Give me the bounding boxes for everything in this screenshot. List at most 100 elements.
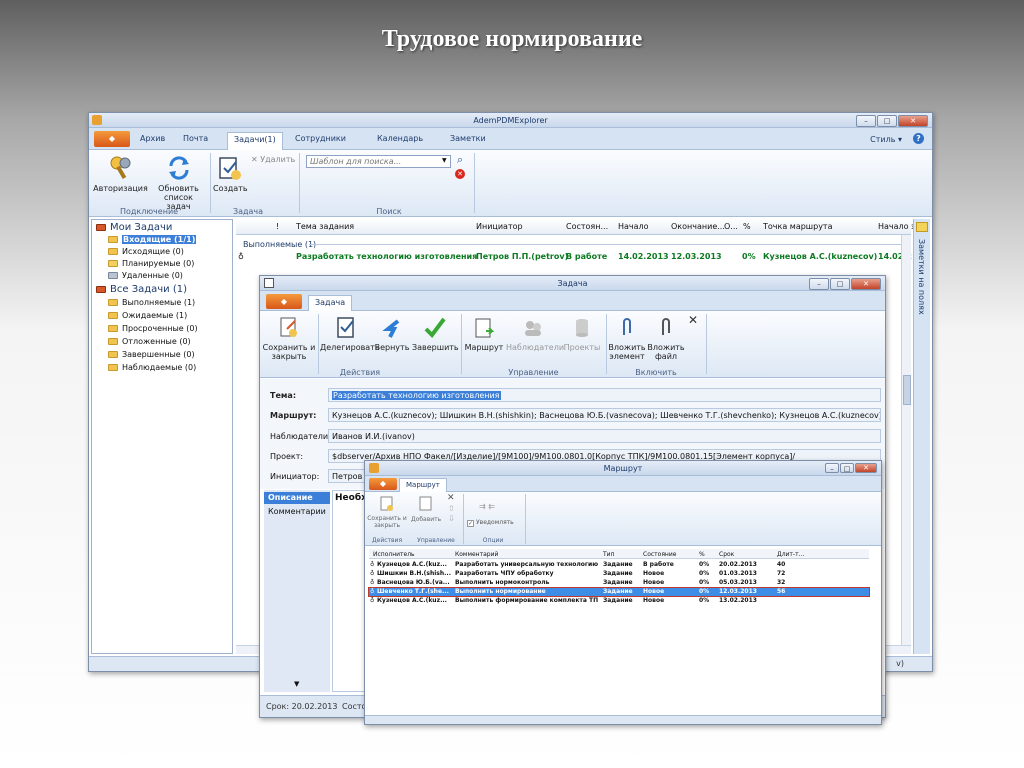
all-tasks-label: Все Задачи (1): [110, 284, 188, 295]
route-due: 20.02.2013: [719, 561, 757, 568]
col-subject[interactable]: Тема задания: [296, 222, 354, 231]
maximize-button[interactable]: □: [840, 463, 854, 473]
col-state[interactable]: Состояние: [643, 551, 676, 558]
app-menu-button[interactable]: ◆: [94, 131, 130, 147]
col-executor[interactable]: Исполнитель: [373, 551, 415, 558]
projects-button[interactable]: Проекты: [562, 315, 602, 352]
route-app-menu-button[interactable]: ◆: [369, 478, 397, 490]
route-move-up-icon[interactable]: ⇧: [448, 504, 455, 513]
route-row[interactable]: ♁ Васнецова Ю.Б.(va... Выполнить нормоко…: [369, 579, 869, 587]
tab-employees[interactable]: Сотрудники: [289, 132, 352, 148]
tree-item-expected[interactable]: Ожидаемые (1): [108, 310, 187, 321]
tab-comments[interactable]: Комментарии: [268, 507, 326, 516]
col-end[interactable]: Окончание...: [671, 222, 725, 231]
remove-attachment-icon[interactable]: ✕: [688, 313, 698, 327]
route-remove-icon[interactable]: ✕: [447, 493, 455, 503]
col-type[interactable]: Тип: [603, 551, 615, 558]
route-field[interactable]: Кузнецов А.С.(kuznecov); Шишкин В.Н.(shi…: [328, 408, 881, 422]
complete-button[interactable]: Завершить: [412, 315, 459, 352]
style-menu[interactable]: Стиль ▾: [870, 135, 902, 144]
refresh-button[interactable]: Обновить список задач: [151, 154, 206, 211]
save-close-button[interactable]: Сохранить и закрыть: [262, 315, 316, 361]
observers-field[interactable]: Иванов И.И.(ivanov): [328, 429, 881, 443]
route-window-controls: – □ ✕: [825, 463, 877, 473]
help-icon[interactable]: ?: [913, 133, 924, 144]
col-priority[interactable]: !: [276, 222, 279, 231]
create-task-button[interactable]: Создать: [213, 154, 248, 193]
col-start[interactable]: Начало: [618, 222, 649, 231]
tab-tasks[interactable]: Задачи(1): [227, 132, 283, 150]
col-o[interactable]: О...: [724, 222, 738, 231]
clear-search-icon[interactable]: ✕: [455, 169, 465, 179]
route-row[interactable]: ♁ Кузнецов А.С.(kuz... Выполнить формиро…: [369, 597, 869, 605]
maximize-button[interactable]: □: [877, 115, 897, 127]
search-icon[interactable]: ⌕: [457, 153, 463, 167]
route-button[interactable]: Маршрут: [464, 315, 504, 352]
close-button[interactable]: ✕: [855, 463, 877, 473]
search-input[interactable]: Шаблон для поиска...: [306, 155, 451, 168]
delete-button[interactable]: ✕ Удалить: [251, 155, 295, 164]
tree-item-deleted[interactable]: Удаленные (0): [108, 270, 183, 281]
close-button[interactable]: ✕: [851, 278, 881, 290]
col-state[interactable]: Состоян...: [566, 222, 608, 231]
route-add-button[interactable]: Добавить: [411, 495, 441, 524]
tab-task[interactable]: Задача: [308, 295, 353, 311]
col-percent[interactable]: %: [699, 551, 705, 558]
col-route-point[interactable]: Точка маршрута: [763, 222, 833, 231]
minimize-button[interactable]: –: [856, 115, 876, 127]
notes-side-panel[interactable]: Заметки на полях: [913, 219, 930, 654]
tree-item-postponed[interactable]: Отложенные (0): [108, 336, 191, 347]
attach-element-button[interactable]: Вложить элемент: [608, 315, 646, 361]
tab-description[interactable]: Описание: [264, 492, 330, 504]
tree-item-running[interactable]: Выполняемые (1): [108, 297, 195, 308]
col-stage-start[interactable]: Начало э: [878, 222, 916, 231]
group-connection-label: Подключение: [119, 207, 179, 216]
main-ribbon: Авторизация Обновить список задач Подклю…: [89, 150, 932, 217]
return-button[interactable]: Вернуть: [374, 315, 410, 352]
observers-label: Наблюдатели: [506, 343, 565, 352]
tab-mail[interactable]: Почта: [177, 132, 214, 148]
scrollbar-thumb[interactable]: [903, 375, 911, 405]
subject-field[interactable]: Разработать технологию изготовления: [328, 388, 881, 402]
route-comment: Выполнить нормоконтроль: [455, 579, 550, 586]
side-tabs-scroll-icon[interactable]: ▼: [294, 680, 299, 688]
grid-scrollbar[interactable]: [901, 235, 911, 645]
tree-all-tasks[interactable]: Все Задачи (1): [96, 284, 187, 295]
tree-item-planned[interactable]: Планируемые (0): [108, 258, 194, 269]
col-comment[interactable]: Комментарий: [455, 551, 498, 558]
col-duration[interactable]: Длит-т...: [777, 551, 804, 558]
tree-item-outbox[interactable]: Исходящие (0): [108, 246, 184, 257]
route-row[interactable]: ♁ Шишкин В.Н.(shish... Разработать ЧПУ о…: [369, 570, 869, 578]
col-due[interactable]: Срок: [719, 551, 734, 558]
task-app-menu-button[interactable]: ◆: [266, 294, 302, 309]
col-percent[interactable]: %: [743, 222, 751, 231]
route-row-selected[interactable]: ♁ Шевченко Т.Г.(she... Выполнить нормиро…: [368, 587, 870, 597]
close-button[interactable]: ✕: [898, 115, 928, 127]
task-row[interactable]: ♁ Разработать технологию изготовления Пе…: [236, 252, 912, 264]
notify-checkbox[interactable]: ✓ Уведомлять: [467, 519, 514, 527]
ribbon-separator: [525, 494, 526, 544]
tab-calendar[interactable]: Календарь: [371, 132, 429, 148]
tree-my-tasks[interactable]: Мои Задачи: [96, 222, 172, 233]
tree-item-observed[interactable]: Наблюдаемые (0): [108, 362, 196, 373]
route-row[interactable]: ♁ Кузнецов А.С.(kuz... Разработать униве…: [369, 561, 869, 569]
tab-notes[interactable]: Заметки: [444, 132, 492, 148]
attach-file-button[interactable]: Вложить файл: [647, 315, 685, 361]
tree-item-completed[interactable]: Завершенные (0): [108, 349, 195, 360]
tree-item-inbox[interactable]: Входящие (1/1): [108, 234, 197, 245]
initiator-field[interactable]: Петров П: [328, 469, 368, 483]
maximize-button[interactable]: □: [830, 278, 850, 290]
route-save-close-button[interactable]: Сохранить и закрыть: [367, 495, 407, 529]
authorize-button[interactable]: Авторизация: [93, 154, 148, 193]
tab-archive[interactable]: Архив: [134, 132, 171, 148]
search-dropdown-icon[interactable]: ▼: [442, 157, 447, 164]
route-state: Новое: [643, 579, 665, 586]
col-initiator[interactable]: Инициатор: [476, 222, 523, 231]
tree-item-overdue[interactable]: Просроченные (0): [108, 323, 198, 334]
minimize-button[interactable]: –: [809, 278, 829, 290]
minimize-button[interactable]: –: [825, 463, 839, 473]
delegate-button[interactable]: Делегировать: [320, 315, 380, 352]
observers-button[interactable]: Наблюдатели: [506, 315, 564, 352]
route-move-down-icon[interactable]: ⇩: [448, 514, 455, 523]
tab-route[interactable]: Маршрут: [399, 478, 447, 492]
